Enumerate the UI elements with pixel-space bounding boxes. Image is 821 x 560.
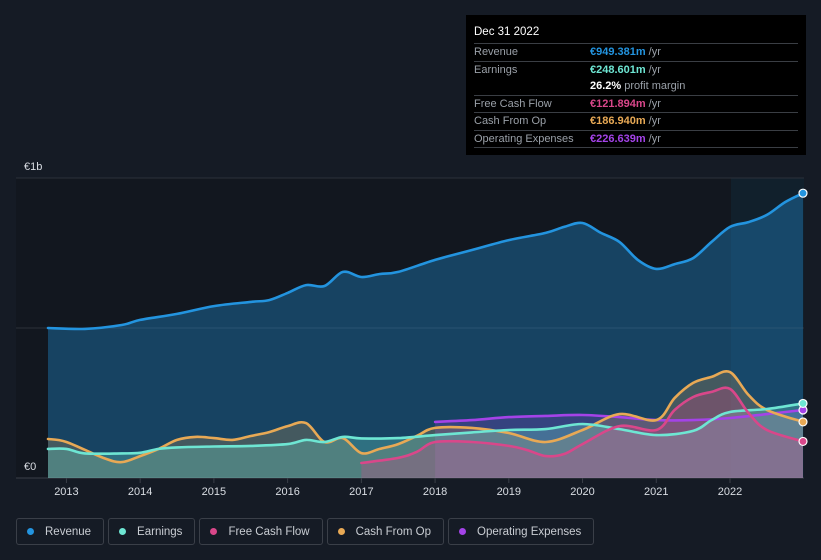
x-tick-label: 2016 [275,486,299,498]
x-tick-label: 2022 [718,486,742,498]
legend-label: Cash From Op [355,525,432,538]
tooltip-unit: /yr [648,97,661,110]
tooltip-row-free-cash-flow: Free Cash Flow €121.894m /yr [474,96,798,113]
tooltip-row-revenue: Revenue €949.381m /yr [474,44,798,62]
x-tick-label: 2015 [202,486,226,498]
tooltip-row-cash-from-op: Cash From Op €186.940m /yr [474,113,798,131]
x-tick-label: 2021 [644,486,668,498]
tooltip-date: Dec 31 2022 [474,23,798,44]
x-axis: 2013 2014 2015 2016 2017 2018 2019 2020 2021 2022 [54,478,742,498]
tooltip-label: Cash From Op [474,115,547,128]
legend-label: Free Cash Flow [228,525,310,538]
tooltip-value: €248.601m [590,63,646,76]
tooltip-value: €226.639m [590,132,646,145]
y-tick-label-top: €1b [24,161,42,173]
tooltip-unit: /yr [648,63,661,76]
tooltip-unit: /yr [648,132,661,145]
legend-dot-icon [337,528,345,535]
earnings-endpoint [798,398,808,409]
tooltip-label: Operating Expenses [474,132,574,145]
tooltip-label: Revenue [474,46,519,59]
tooltip-label: Free Cash Flow [474,97,552,110]
x-tick-label: 2019 [497,486,521,498]
legend-item-operating-expenses[interactable]: Operating Expenses [448,518,595,545]
legend-item-earnings[interactable]: Earnings [108,518,196,545]
tooltip-unit: /yr [648,46,661,59]
legend-dot-icon [119,528,127,535]
tooltip-value: 26.2% [590,80,622,93]
tooltip-row-earnings: Earnings €248.601m /yr [474,62,798,79]
legend-item-cash-from-op[interactable]: Cash From Op [326,518,445,545]
legend-dot-icon [27,528,34,535]
legend-item-free-cash-flow[interactable]: Free Cash Flow [199,518,323,545]
x-tick-label: 2020 [570,486,594,498]
x-tick-label: 2018 [423,486,447,498]
tooltip-value: €186.940m [590,115,646,128]
tooltip-row-profit-margin: 26.2% profit margin [474,78,798,96]
tooltip-value: €949.381m [590,46,646,59]
legend-dot-icon [459,528,467,535]
tooltip-label: Earnings [474,63,518,76]
revenue-endpoint [798,188,808,198]
legend-label: Operating Expenses [477,525,582,538]
x-tick-label: 2013 [54,486,78,498]
x-tick-label: 2017 [349,486,373,498]
y-tick-label-bottom: €0 [24,461,36,473]
tooltip: Dec 31 2022 Revenue €949.381m /yr Earnin… [466,15,806,155]
tooltip-row-operating-expenses: Operating Expenses €226.639m /yr [474,131,798,148]
tooltip-unit: profit margin [624,80,686,93]
tooltip-unit: /yr [648,115,661,128]
x-tick-label: 2014 [128,486,152,498]
legend-label: Revenue [45,525,92,538]
cash-from-op-endpoint [798,417,808,427]
legend: Revenue Earnings Free Cash Flow Cash Fro… [16,518,595,545]
tooltip-value: €121.894m [590,97,646,110]
free-cash-flow-endpoint [798,436,808,447]
legend-item-revenue[interactable]: Revenue [16,518,105,545]
legend-dot-icon [210,528,218,535]
legend-label: Earnings [137,525,183,538]
